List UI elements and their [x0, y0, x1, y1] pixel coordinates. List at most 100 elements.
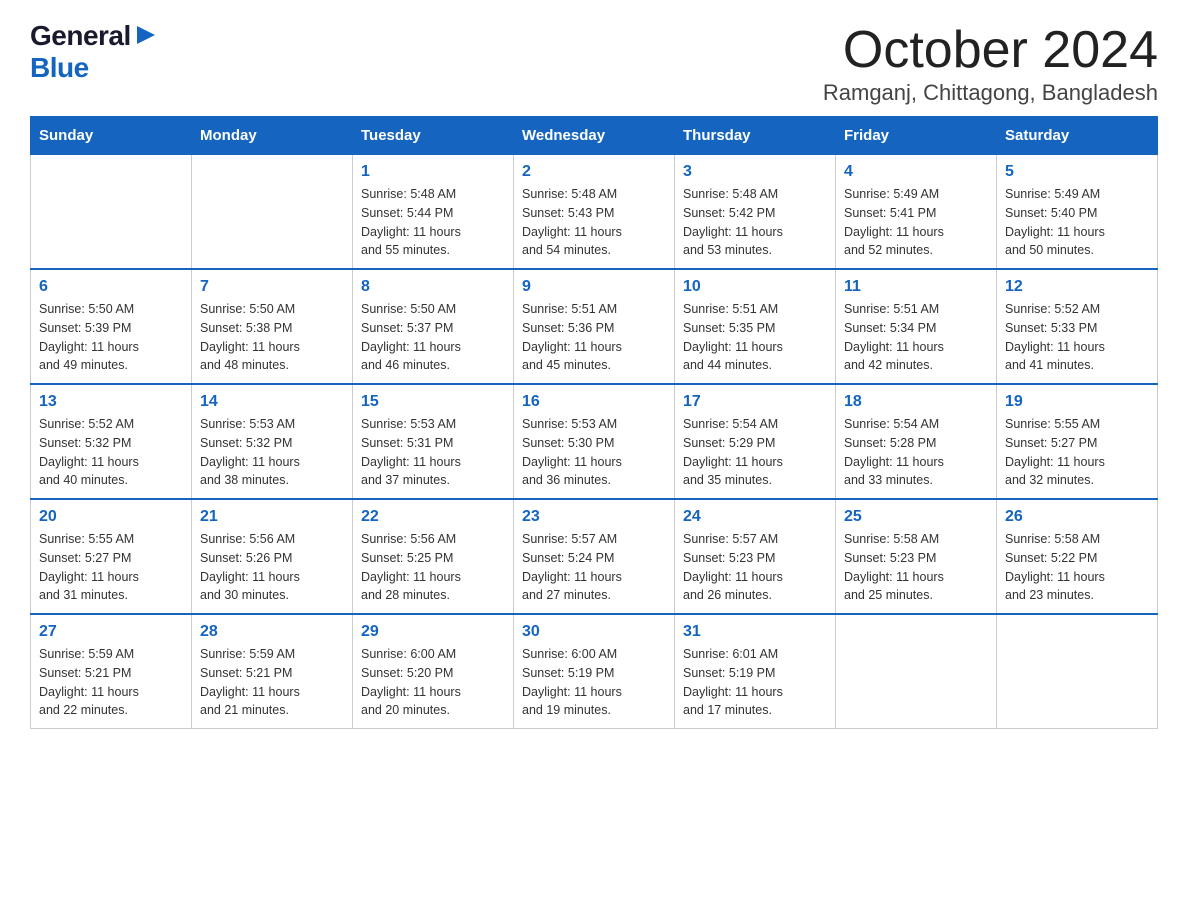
day-info: Sunrise: 5:57 AM Sunset: 5:23 PM Dayligh… [683, 530, 827, 605]
day-number: 19 [1005, 393, 1149, 411]
day-info: Sunrise: 5:58 AM Sunset: 5:23 PM Dayligh… [844, 530, 988, 605]
calendar-cell: 7Sunrise: 5:50 AM Sunset: 5:38 PM Daylig… [192, 269, 353, 384]
calendar-cell: 14Sunrise: 5:53 AM Sunset: 5:32 PM Dayli… [192, 384, 353, 499]
calendar-week-row: 20 Sunrise: 5:55 AM Sunset: 5:27 PM Dayli… [31, 499, 1158, 614]
title-section: October 2024 Ramganj, Chittagong, Bangla… [823, 20, 1158, 106]
calendar-cell: 15 Sunrise: 5:53 AM Sunset: 5:31 PM Dayli… [353, 384, 514, 499]
day-info: Sunrise: 5:49 AM Sunset: 5:40 PM Dayligh… [1005, 185, 1149, 260]
calendar-header-saturday: Saturday [997, 117, 1158, 155]
day-number: 27 [39, 623, 183, 641]
calendar-cell [31, 155, 192, 270]
calendar-cell: 3Sunrise: 5:48 AM Sunset: 5:42 PM Daylig… [675, 155, 836, 270]
calendar-cell: 26Sunrise: 5:58 AM Sunset: 5:22 PM Dayli… [997, 499, 1158, 614]
calendar-cell [836, 614, 997, 729]
day-number: 31 [683, 623, 827, 641]
calendar-cell: 25 Sunrise: 5:58 AM Sunset: 5:23 PM Dayli… [836, 499, 997, 614]
day-info: Sunrise: 5:53 AM Sunset: 5:31 PM Dayligh… [361, 415, 505, 490]
day-number: 2 [522, 163, 666, 181]
calendar-cell: 19 Sunrise: 5:55 AM Sunset: 5:27 PM Dayli… [997, 384, 1158, 499]
day-number: 24 [683, 508, 827, 526]
day-info: Sunrise: 5:55 AM Sunset: 5:27 PM Dayligh… [1005, 415, 1149, 490]
day-number: 22 [361, 508, 505, 526]
calendar-cell: 23 Sunrise: 5:57 AM Sunset: 5:24 PM Dayli… [514, 499, 675, 614]
day-number: 26 [1005, 508, 1149, 526]
day-number: 8 [361, 278, 505, 296]
day-number: 5 [1005, 163, 1149, 181]
day-number: 21 [200, 508, 344, 526]
day-info: Sunrise: 5:55 AM Sunset: 5:27 PM Dayligh… [39, 530, 183, 605]
calendar-cell: 13 Sunrise: 5:52 AM Sunset: 5:32 PM Dayli… [31, 384, 192, 499]
calendar-cell: 5 Sunrise: 5:49 AM Sunset: 5:40 PM Daylig… [997, 155, 1158, 270]
day-number: 12 [1005, 278, 1149, 296]
day-info: Sunrise: 5:51 AM Sunset: 5:34 PM Dayligh… [844, 300, 988, 375]
day-info: Sunrise: 6:00 AM Sunset: 5:19 PM Dayligh… [522, 645, 666, 720]
calendar-cell: 6 Sunrise: 5:50 AM Sunset: 5:39 PM Daylig… [31, 269, 192, 384]
day-number: 23 [522, 508, 666, 526]
calendar-cell: 31 Sunrise: 6:01 AM Sunset: 5:19 PM Dayli… [675, 614, 836, 729]
day-info: Sunrise: 5:51 AM Sunset: 5:35 PM Dayligh… [683, 300, 827, 375]
month-title: October 2024 [823, 20, 1158, 80]
calendar-week-row: 13 Sunrise: 5:52 AM Sunset: 5:32 PM Dayli… [31, 384, 1158, 499]
calendar-header-thursday: Thursday [675, 117, 836, 155]
day-info: Sunrise: 5:50 AM Sunset: 5:39 PM Dayligh… [39, 300, 183, 375]
day-info: Sunrise: 5:52 AM Sunset: 5:32 PM Dayligh… [39, 415, 183, 490]
calendar-week-row: 27 Sunrise: 5:59 AM Sunset: 5:21 PM Dayli… [31, 614, 1158, 729]
day-info: Sunrise: 5:59 AM Sunset: 5:21 PM Dayligh… [39, 645, 183, 720]
calendar-cell: 29 Sunrise: 6:00 AM Sunset: 5:20 PM Dayli… [353, 614, 514, 729]
day-info: Sunrise: 6:01 AM Sunset: 5:19 PM Dayligh… [683, 645, 827, 720]
calendar-cell: 24 Sunrise: 5:57 AM Sunset: 5:23 PM Dayli… [675, 499, 836, 614]
calendar-header-friday: Friday [836, 117, 997, 155]
day-info: Sunrise: 5:56 AM Sunset: 5:25 PM Dayligh… [361, 530, 505, 605]
calendar-table: SundayMondayTuesdayWednesdayThursdayFrid… [30, 116, 1158, 729]
day-number: 16 [522, 393, 666, 411]
calendar-cell: 17 Sunrise: 5:54 AM Sunset: 5:29 PM Dayli… [675, 384, 836, 499]
logo-triangle-icon [135, 24, 157, 46]
calendar-header-row: SundayMondayTuesdayWednesdayThursdayFrid… [31, 117, 1158, 155]
day-info: Sunrise: 5:56 AM Sunset: 5:26 PM Dayligh… [200, 530, 344, 605]
day-info: Sunrise: 5:49 AM Sunset: 5:41 PM Dayligh… [844, 185, 988, 260]
calendar-cell: 10 Sunrise: 5:51 AM Sunset: 5:35 PM Dayli… [675, 269, 836, 384]
day-number: 18 [844, 393, 988, 411]
day-number: 14 [200, 393, 344, 411]
day-number: 20 [39, 508, 183, 526]
day-info: Sunrise: 5:48 AM Sunset: 5:44 PM Dayligh… [361, 185, 505, 260]
day-info: Sunrise: 6:00 AM Sunset: 5:20 PM Dayligh… [361, 645, 505, 720]
day-number: 10 [683, 278, 827, 296]
day-info: Sunrise: 5:54 AM Sunset: 5:29 PM Dayligh… [683, 415, 827, 490]
day-number: 3 [683, 163, 827, 181]
logo-general-text: General [30, 20, 131, 52]
logo-blue-text: Blue [30, 52, 89, 84]
logo: General Blue [30, 20, 157, 84]
day-number: 1 [361, 163, 505, 181]
calendar-cell [192, 155, 353, 270]
day-info: Sunrise: 5:53 AM Sunset: 5:30 PM Dayligh… [522, 415, 666, 490]
calendar-cell: 22 Sunrise: 5:56 AM Sunset: 5:25 PM Dayli… [353, 499, 514, 614]
day-number: 11 [844, 278, 988, 296]
day-info: Sunrise: 5:50 AM Sunset: 5:37 PM Dayligh… [361, 300, 505, 375]
day-number: 25 [844, 508, 988, 526]
calendar-header-monday: Monday [192, 117, 353, 155]
calendar-cell: 30 Sunrise: 6:00 AM Sunset: 5:19 PM Dayli… [514, 614, 675, 729]
day-number: 15 [361, 393, 505, 411]
calendar-cell: 2 Sunrise: 5:48 AM Sunset: 5:43 PM Daylig… [514, 155, 675, 270]
day-number: 29 [361, 623, 505, 641]
day-number: 6 [39, 278, 183, 296]
calendar-cell: 18Sunrise: 5:54 AM Sunset: 5:28 PM Dayli… [836, 384, 997, 499]
day-info: Sunrise: 5:48 AM Sunset: 5:43 PM Dayligh… [522, 185, 666, 260]
day-number: 17 [683, 393, 827, 411]
day-number: 30 [522, 623, 666, 641]
calendar-cell: 4Sunrise: 5:49 AM Sunset: 5:41 PM Daylig… [836, 155, 997, 270]
day-info: Sunrise: 5:51 AM Sunset: 5:36 PM Dayligh… [522, 300, 666, 375]
page-header: General Blue October 2024 Ramganj, Chitt… [30, 20, 1158, 106]
calendar-cell: 21 Sunrise: 5:56 AM Sunset: 5:26 PM Dayli… [192, 499, 353, 614]
calendar-cell: 16 Sunrise: 5:53 AM Sunset: 5:30 PM Dayli… [514, 384, 675, 499]
day-info: Sunrise: 5:57 AM Sunset: 5:24 PM Dayligh… [522, 530, 666, 605]
calendar-cell: 1 Sunrise: 5:48 AM Sunset: 5:44 PM Daylig… [353, 155, 514, 270]
day-number: 7 [200, 278, 344, 296]
day-number: 13 [39, 393, 183, 411]
calendar-cell: 11 Sunrise: 5:51 AM Sunset: 5:34 PM Dayli… [836, 269, 997, 384]
calendar-cell: 9Sunrise: 5:51 AM Sunset: 5:36 PM Daylig… [514, 269, 675, 384]
calendar-cell: 8 Sunrise: 5:50 AM Sunset: 5:37 PM Daylig… [353, 269, 514, 384]
calendar-header-sunday: Sunday [31, 117, 192, 155]
day-info: Sunrise: 5:52 AM Sunset: 5:33 PM Dayligh… [1005, 300, 1149, 375]
